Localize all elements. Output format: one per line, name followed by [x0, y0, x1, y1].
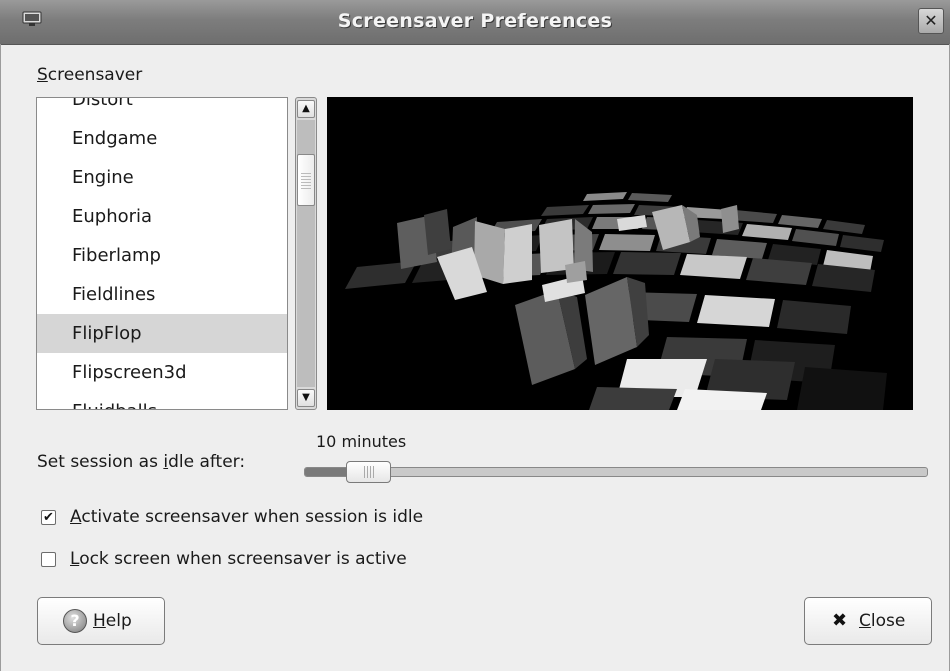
screensaver-section-label: Screensaver — [37, 65, 143, 85]
scroll-up-button[interactable]: ▲ — [297, 100, 315, 118]
flipflop-preview-image — [327, 97, 913, 410]
help-icon: ? — [63, 609, 87, 633]
help-button[interactable]: ? Help — [37, 597, 165, 645]
idle-slider-track[interactable] — [304, 467, 928, 477]
screensaver-list-items: Distort Endgame Engine Euphoria Fiberlamp Fie… — [37, 98, 287, 409]
idle-value-label: 10 minutes — [316, 432, 407, 451]
screensaver-list-item[interactable]: Distort — [37, 98, 287, 119]
scroll-grip — [301, 171, 311, 189]
lock-screen-checkbox[interactable] — [41, 552, 56, 567]
scroll-thumb[interactable] — [297, 154, 315, 206]
list-scrollbar[interactable]: ▲ ▼ — [295, 97, 317, 410]
window-close-button[interactable]: ✕ — [918, 8, 944, 34]
screensaver-list[interactable]: Distort Endgame Engine Euphoria Fiberlamp Fie… — [36, 97, 288, 410]
activate-screensaver-checkbox[interactable]: ✔ — [41, 510, 56, 525]
screensaver-list-item[interactable]: Fluidballs — [37, 392, 287, 409]
window-title: Screensaver Preferences — [337, 10, 613, 32]
screensaver-list-item[interactable]: Fieldlines — [37, 275, 287, 314]
lock-screen-label[interactable]: Lock screen when screensaver is active — [70, 549, 407, 569]
screensaver-list-item[interactable]: FlipFlop — [37, 314, 287, 353]
close-button[interactable]: ✖ Close — [804, 597, 932, 645]
slider-grip — [364, 466, 374, 478]
screensaver-list-item[interactable]: Engine — [37, 158, 287, 197]
screensaver-preview — [327, 97, 913, 410]
idle-slider-handle[interactable] — [346, 461, 391, 483]
screensaver-list-item[interactable]: Endgame — [37, 119, 287, 158]
screensaver-list-item[interactable]: Flipscreen3d — [37, 353, 287, 392]
idle-label: Set session as idle after: — [37, 452, 246, 472]
close-button-label: Close — [859, 611, 906, 631]
close-icon: ✖ — [832, 610, 848, 631]
help-button-label: Help — [93, 611, 132, 631]
title-bar[interactable]: Screensaver Preferences ✕ — [0, 0, 950, 45]
scroll-down-button[interactable]: ▼ — [297, 389, 315, 407]
screensaver-list-item[interactable]: Fiberlamp — [37, 236, 287, 275]
activate-screensaver-label[interactable]: Activate screensaver when session is idl… — [70, 507, 423, 527]
screensaver-list-item[interactable]: Euphoria — [37, 197, 287, 236]
